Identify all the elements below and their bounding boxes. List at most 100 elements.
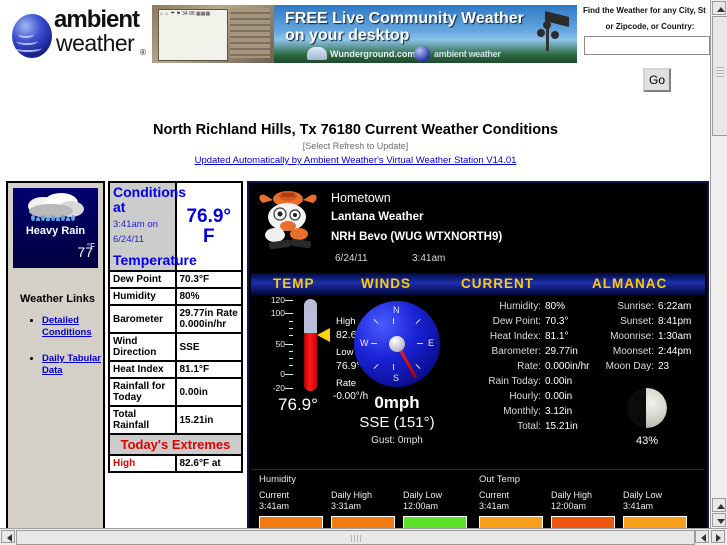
list-item: Monthly: 3.12in [449, 406, 607, 421]
logo-orb-icon [12, 14, 52, 58]
thermo-tick-label-50: 50 [275, 339, 285, 349]
panel-hometown-label: Hometown [331, 191, 391, 205]
current-value-heat-index: 81.1° [545, 331, 569, 342]
virtual-weather-station-link[interactable]: Updated Automatically by Ambient Weather… [0, 155, 711, 166]
graph-col-2-label: Daily Low [403, 490, 443, 500]
logo-ring-2-icon [16, 37, 38, 45]
almanac-key-sunset: Sunset: [620, 316, 654, 327]
thermometer-high-marker-icon [317, 328, 330, 342]
row-value-dew-point: 70.3°F [174, 270, 243, 289]
ad-partner-ambient: ambient weather [434, 49, 501, 59]
graph-group-out-temp: Out Temp [479, 474, 521, 485]
list-item: Moon Day: 23 [584, 361, 707, 376]
scroll-right-button[interactable] [711, 530, 725, 543]
conditions-table: Conditions at 3:41am on 6/24/11 Temperat… [108, 181, 243, 473]
graph-col-3-header: Current 3:41am [479, 490, 509, 512]
current-value-rate: 0.000in/hr [545, 361, 590, 372]
scroll-up-button[interactable] [712, 1, 726, 15]
browser-viewport: ambient weather ® ⌂ ☼ ☂ ⚑ 34 88 ▦▦▦ FREE… [0, 0, 727, 545]
horizontal-scrollbar-thumb[interactable] [16, 530, 695, 545]
todays-extremes-title: Today's Extremes [108, 433, 243, 456]
row-label-heat-index: Heat Index [108, 360, 177, 379]
horizontal-scrollbar[interactable] [0, 528, 727, 545]
scroll-left-button[interactable] [1, 530, 15, 543]
current-value-total: 15.21in [545, 421, 578, 432]
row-label-high: High [108, 454, 177, 473]
find-weather-box: Find the Weather for any City, St or Zip… [583, 4, 711, 66]
almanac-value-moonset: 2:44pm [658, 346, 692, 357]
scroll-up-button-inner[interactable] [712, 498, 726, 512]
almanac-value-sunset: 8:41pm [658, 316, 692, 327]
table-row: Conditions at 3:41am on 6/24/11 Temperat… [108, 181, 243, 272]
condition-temperature: 77 [77, 244, 93, 260]
wind-gust-value: Gust: 0mph [371, 435, 423, 446]
moon-illumination-percent: 43% [635, 435, 659, 447]
ad-ambient-orb-icon [414, 46, 430, 62]
row-value-barometer: 29.77in Rate 0.000in/hr [174, 304, 243, 334]
almanac-key-moonset: Moonset: [612, 346, 654, 357]
scroll-right-button-a[interactable] [695, 530, 709, 543]
scroll-down-button[interactable] [712, 513, 726, 527]
list-item: Hourly: 0.00in [449, 391, 607, 406]
conditions-header-cell: Conditions at 3:41am on 6/24/11 Temperat… [108, 181, 197, 272]
vertical-scrollbar[interactable] [710, 0, 727, 529]
row-label-wind-direction: Wind Direction [108, 332, 177, 362]
current-value-rain-today: 0.00in [545, 376, 573, 387]
link-daily-tabular-data[interactable]: Daily Tabular Data [42, 353, 101, 376]
graph-col-1-header: Daily High 3:31am [331, 490, 372, 512]
current-value-monthly: 3.12in [545, 406, 573, 417]
thermo-high-label: High [336, 316, 356, 327]
ambient-weather-logo[interactable]: ambient weather ® [8, 4, 148, 66]
heavy-rain-icon [28, 193, 84, 221]
thermo-rate-label: Rate [336, 378, 357, 389]
logo-registered-mark: ® [140, 48, 146, 57]
graph-col-0-label: Current [259, 490, 290, 500]
thermo-low-label: Low [336, 347, 354, 358]
row-label-dew-point: Dew Point [108, 270, 177, 289]
graph-col-5-header: Daily Low 3:41am [623, 490, 662, 512]
thermometer-mercury-icon [304, 333, 317, 391]
bevo-longhorn-mascot-icon [259, 191, 317, 250]
thermo-tick-label-0: 0 [280, 369, 285, 379]
go-button[interactable]: Go [643, 68, 671, 92]
weather-links-list: Detailed Conditions Daily Tabular Data [30, 315, 114, 391]
column-header-winds: WINDS [361, 276, 411, 291]
current-value-hourly: 0.00in [545, 391, 573, 402]
table-row: Heat Index 81.1°F [108, 360, 243, 379]
row-value-heat-index: 81.1°F [174, 360, 243, 379]
table-row: Today's Extremes [108, 433, 243, 456]
find-weather-label-line2: or Zipcode, or Country: [605, 22, 695, 31]
row-value-humidity: 80% [174, 287, 243, 306]
current-condition-icon-panel: Heavy Rain 77 °F [13, 188, 98, 268]
thermo-tick-label-120: 120 [270, 295, 285, 305]
table-row: Wind Direction SSE [108, 332, 243, 362]
graph-group-humidity: Humidity [259, 474, 296, 485]
column-header-almanac: ALMANAC [592, 276, 668, 291]
row-value-high: 82.6°F at [174, 454, 243, 473]
graph-col-1-label: Daily High [331, 490, 373, 500]
table-row: Rainfall for Today 0.00in [108, 377, 243, 407]
ad-partner-wunderground: Wunderground.com [330, 49, 416, 59]
wind-direction-value: SSE (151°) [359, 414, 435, 431]
list-item: Sunrise: 6:22am [584, 301, 707, 316]
list-item: Sunset: 8:41pm [584, 316, 707, 331]
advertisement-banner[interactable]: ⌂ ☼ ☂ ⚑ 34 88 ▦▦▦ FREE Live Community We… [152, 5, 577, 63]
condition-temperature-unit: °F [86, 242, 95, 251]
compass-east-label: E [427, 338, 434, 348]
logo-text-ambient: ambient [54, 6, 140, 33]
graph-col-5-label: Daily Low [623, 490, 663, 500]
vertical-scrollbar-thumb[interactable] [712, 16, 727, 136]
weather-station-device-image: ⌂ ☼ ☂ ⚑ 34 88 ▦▦▦ [152, 5, 274, 63]
location-search-input[interactable] [584, 36, 710, 55]
almanac-key-moonrise: Moonrise: [610, 331, 654, 342]
device-keypad-icon [230, 8, 270, 58]
graph-col-2-time: 12:00am [403, 501, 439, 511]
current-key-humidity: Humidity: [499, 301, 541, 312]
compass-west-label: W [360, 338, 369, 348]
row-value-wind-direction: SSE [174, 332, 243, 362]
ad-headline-line1: FREE Live Community Weather [285, 10, 524, 27]
list-item: Moonset: 2:44pm [584, 346, 707, 361]
graph-col-0-time: 3:41am [259, 501, 290, 511]
link-detailed-conditions[interactable]: Detailed Conditions [42, 315, 92, 338]
table-row: Total Rainfall 15.21in [108, 405, 243, 435]
